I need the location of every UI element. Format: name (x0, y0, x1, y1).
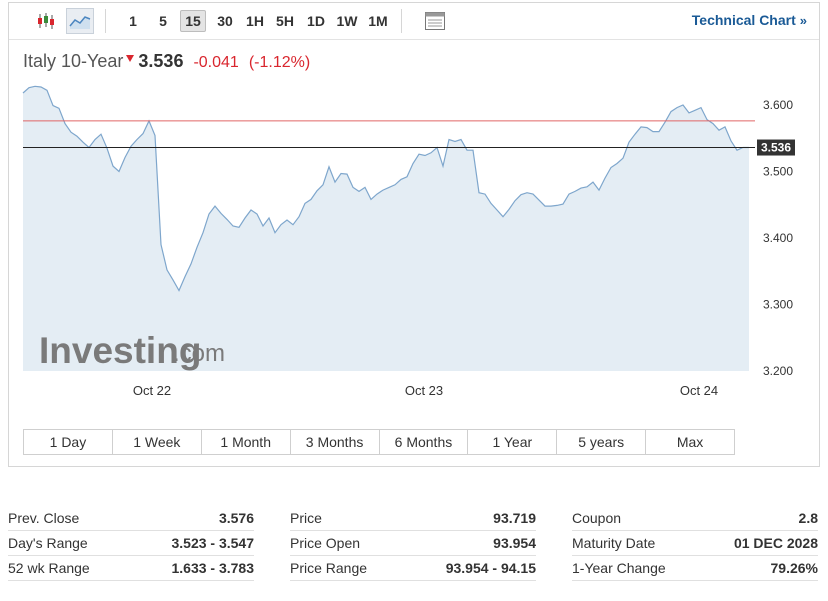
range-1-week[interactable]: 1 Week (113, 430, 202, 454)
range-1-year[interactable]: 1 Year (468, 430, 558, 454)
stat-value: 3.576 (218, 510, 254, 526)
current-price-label: 3.536 (761, 141, 791, 155)
y-tick-label: 3.300 (763, 297, 793, 311)
stat-row-prev-close: Prev. Close 3.576 (8, 506, 254, 531)
chart-panel: 1 5 15 30 1H 5H 1D 1W 1M Technical Chart… (8, 2, 820, 467)
x-tick-label: Oct 22 (133, 383, 171, 398)
x-tick-label: Oct 23 (405, 383, 443, 398)
x-tick-label: Oct 24 (680, 383, 718, 398)
stat-row-1-year-change: 1-Year Change 79.26% (572, 556, 818, 581)
stat-label: 1-Year Change (572, 560, 666, 576)
stat-value: 1.633 - 3.783 (171, 560, 254, 576)
range-selector: 1 Day 1 Week 1 Month 3 Months 6 Months 1… (23, 429, 735, 455)
range-1-month[interactable]: 1 Month (202, 430, 291, 454)
y-tick-label: 3.400 (763, 231, 793, 245)
stat-label: 52 wk Range (8, 560, 90, 576)
range-1-day[interactable]: 1 Day (24, 430, 113, 454)
range-5-years[interactable]: 5 years (557, 430, 647, 454)
stat-value: 01 DEC 2028 (733, 535, 818, 551)
stat-value: 2.8 (798, 510, 818, 526)
stat-row-price-open: Price Open 93.954 (290, 531, 536, 556)
stat-value: 93.719 (493, 510, 536, 526)
stat-label: Maturity Date (572, 535, 656, 551)
y-tick-label: 3.500 (763, 164, 793, 178)
stat-row-days-range: Day's Range 3.523 - 3.547 (8, 531, 254, 556)
stats-column-2: Price 93.719 Price Open 93.954 Price Range… (290, 506, 536, 581)
stats-column-3: Coupon 2.8 Maturity Date 01 DEC 2028 1-Yea… (572, 506, 818, 581)
range-max[interactable]: Max (646, 430, 734, 454)
y-tick-label: 3.200 (763, 364, 793, 378)
stat-label: Prev. Close (8, 510, 80, 526)
stat-label: Day's Range (8, 535, 88, 551)
stat-value: 93.954 - 94.15 (445, 560, 536, 576)
investing-watermark: Investing .com (39, 330, 225, 371)
watermark-suffix: .com (173, 340, 225, 367)
stat-label: Price Open (290, 535, 361, 551)
stat-row-52wk-range: 52 wk Range 1.633 - 3.783 (8, 556, 254, 581)
stat-label: Price Range (290, 560, 368, 576)
stat-row-price: Price 93.719 (290, 506, 536, 531)
price-chart: Investing .com 3.600 3.500 3.400 3.300 3.200… (22, 85, 795, 398)
stat-label: Coupon (572, 510, 622, 526)
stat-value: 3.523 - 3.547 (171, 535, 254, 551)
range-3-months[interactable]: 3 Months (291, 430, 380, 454)
stat-label: Price (290, 510, 322, 526)
stat-value: 93.954 (493, 535, 536, 551)
stat-row-coupon: Coupon 2.8 (572, 506, 818, 531)
stat-value: 79.26% (770, 560, 818, 576)
stats-column-1: Prev. Close 3.576 Day's Range 3.523 - 3.54… (8, 506, 254, 581)
y-tick-label: 3.600 (763, 98, 793, 112)
stat-row-price-range: Price Range 93.954 - 94.15 (290, 556, 536, 581)
range-6-months[interactable]: 6 Months (380, 430, 469, 454)
stat-row-maturity-date: Maturity Date 01 DEC 2028 (572, 531, 818, 556)
